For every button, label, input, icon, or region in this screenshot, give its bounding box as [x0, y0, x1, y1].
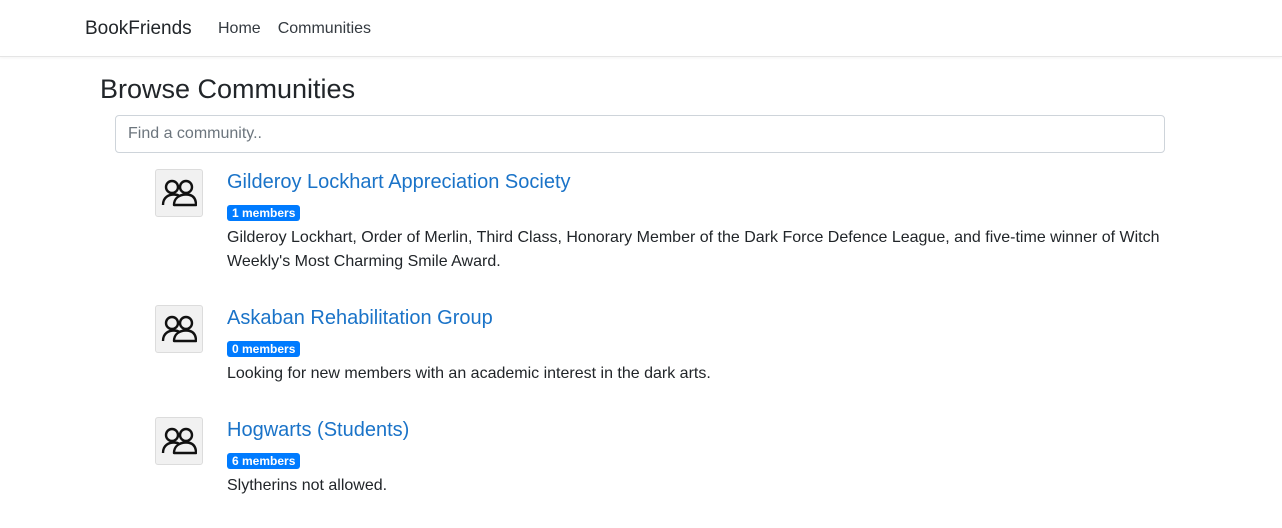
member-count-badge: 6 members: [227, 453, 301, 469]
community-description: Looking for new members with an academic…: [227, 365, 711, 382]
people-icon[interactable]: [155, 305, 203, 353]
community-title-link[interactable]: Askaban Rehabilitation Group: [227, 306, 1162, 330]
brand-link[interactable]: BookFriends: [85, 18, 192, 40]
nav-link-communities[interactable]: Communities: [278, 20, 371, 38]
people-icon[interactable]: [155, 417, 203, 465]
nav-links: Home Communities: [218, 20, 371, 38]
community-title-link[interactable]: Hogwarts (Students): [227, 418, 1162, 442]
nav-link-home[interactable]: Home: [218, 20, 261, 38]
page-title: Browse Communities: [100, 74, 356, 104]
community-description: Slytherins not allowed.: [227, 477, 388, 494]
search-input[interactable]: [115, 115, 1165, 153]
community-title-link[interactable]: Gilderoy Lockhart Appreciation Society: [227, 170, 1162, 194]
member-count-badge: 0 members: [227, 341, 301, 357]
top-navbar: BookFriends Home Communities: [0, 0, 1282, 57]
community-info: Askaban Rehabilitation Group 0 members L…: [227, 305, 1162, 386]
community-info: Hogwarts (Students) 6 members Slytherins…: [227, 417, 1162, 498]
member-count-badge: 1 members: [227, 205, 301, 221]
community-description: Gilderoy Lockhart, Order of Merlin, Thir…: [227, 229, 1160, 270]
people-icon[interactable]: [155, 169, 203, 217]
community-info: Gilderoy Lockhart Appreciation Society 1…: [227, 169, 1162, 274]
